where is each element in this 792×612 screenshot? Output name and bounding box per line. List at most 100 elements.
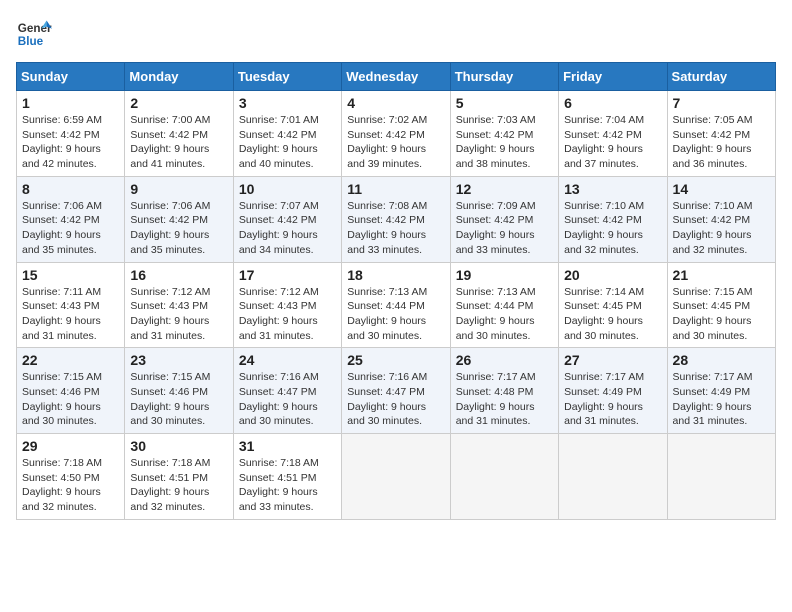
day-info: Sunrise: 7:17 AMSunset: 4:49 PMDaylight:… [673, 371, 753, 427]
calendar-cell: 6 Sunrise: 7:04 AMSunset: 4:42 PMDayligh… [559, 91, 667, 177]
calendar-week-row: 15 Sunrise: 7:11 AMSunset: 4:43 PMDaylig… [17, 262, 776, 348]
day-info: Sunrise: 7:12 AMSunset: 4:43 PMDaylight:… [239, 286, 319, 342]
day-number: 28 [673, 352, 770, 368]
logo-icon: General Blue [16, 16, 52, 52]
calendar-week-row: 22 Sunrise: 7:15 AMSunset: 4:46 PMDaylig… [17, 348, 776, 434]
day-number: 15 [22, 267, 119, 283]
day-info: Sunrise: 7:04 AMSunset: 4:42 PMDaylight:… [564, 114, 644, 170]
day-number: 6 [564, 95, 661, 111]
day-number: 11 [347, 181, 444, 197]
calendar-cell: 4 Sunrise: 7:02 AMSunset: 4:42 PMDayligh… [342, 91, 450, 177]
day-number: 24 [239, 352, 336, 368]
day-info: Sunrise: 7:11 AMSunset: 4:43 PMDaylight:… [22, 286, 101, 342]
day-number: 31 [239, 438, 336, 454]
calendar-cell: 16 Sunrise: 7:12 AMSunset: 4:43 PMDaylig… [125, 262, 233, 348]
day-number: 18 [347, 267, 444, 283]
calendar-week-row: 8 Sunrise: 7:06 AMSunset: 4:42 PMDayligh… [17, 176, 776, 262]
day-number: 22 [22, 352, 119, 368]
calendar-cell: 1 Sunrise: 6:59 AMSunset: 4:42 PMDayligh… [17, 91, 125, 177]
calendar-cell: 18 Sunrise: 7:13 AMSunset: 4:44 PMDaylig… [342, 262, 450, 348]
day-number: 16 [130, 267, 227, 283]
column-header-wednesday: Wednesday [342, 63, 450, 91]
day-info: Sunrise: 7:14 AMSunset: 4:45 PMDaylight:… [564, 286, 644, 342]
day-number: 3 [239, 95, 336, 111]
day-number: 12 [456, 181, 553, 197]
day-number: 2 [130, 95, 227, 111]
column-header-friday: Friday [559, 63, 667, 91]
day-number: 5 [456, 95, 553, 111]
calendar-cell: 2 Sunrise: 7:00 AMSunset: 4:42 PMDayligh… [125, 91, 233, 177]
calendar-table: SundayMondayTuesdayWednesdayThursdayFrid… [16, 62, 776, 520]
day-info: Sunrise: 7:06 AMSunset: 4:42 PMDaylight:… [22, 200, 102, 256]
day-number: 1 [22, 95, 119, 111]
day-number: 21 [673, 267, 770, 283]
calendar-cell: 27 Sunrise: 7:17 AMSunset: 4:49 PMDaylig… [559, 348, 667, 434]
day-number: 23 [130, 352, 227, 368]
day-info: Sunrise: 6:59 AMSunset: 4:42 PMDaylight:… [22, 114, 102, 170]
calendar-cell: 8 Sunrise: 7:06 AMSunset: 4:42 PMDayligh… [17, 176, 125, 262]
day-number: 20 [564, 267, 661, 283]
day-number: 25 [347, 352, 444, 368]
calendar-cell: 15 Sunrise: 7:11 AMSunset: 4:43 PMDaylig… [17, 262, 125, 348]
calendar-header-row: SundayMondayTuesdayWednesdayThursdayFrid… [17, 63, 776, 91]
calendar-cell: 13 Sunrise: 7:10 AMSunset: 4:42 PMDaylig… [559, 176, 667, 262]
column-header-saturday: Saturday [667, 63, 775, 91]
calendar-week-row: 29 Sunrise: 7:18 AMSunset: 4:50 PMDaylig… [17, 434, 776, 520]
day-number: 17 [239, 267, 336, 283]
day-number: 27 [564, 352, 661, 368]
day-info: Sunrise: 7:15 AMSunset: 4:46 PMDaylight:… [130, 371, 210, 427]
day-info: Sunrise: 7:16 AMSunset: 4:47 PMDaylight:… [239, 371, 319, 427]
calendar-cell: 19 Sunrise: 7:13 AMSunset: 4:44 PMDaylig… [450, 262, 558, 348]
day-number: 10 [239, 181, 336, 197]
calendar-cell: 20 Sunrise: 7:14 AMSunset: 4:45 PMDaylig… [559, 262, 667, 348]
column-header-monday: Monday [125, 63, 233, 91]
day-info: Sunrise: 7:06 AMSunset: 4:42 PMDaylight:… [130, 200, 210, 256]
day-info: Sunrise: 7:13 AMSunset: 4:44 PMDaylight:… [456, 286, 536, 342]
calendar-cell: 5 Sunrise: 7:03 AMSunset: 4:42 PMDayligh… [450, 91, 558, 177]
day-number: 30 [130, 438, 227, 454]
day-info: Sunrise: 7:01 AMSunset: 4:42 PMDaylight:… [239, 114, 319, 170]
page-header: General Blue [16, 16, 776, 52]
day-number: 7 [673, 95, 770, 111]
svg-text:Blue: Blue [18, 35, 44, 48]
day-info: Sunrise: 7:10 AMSunset: 4:42 PMDaylight:… [673, 200, 753, 256]
calendar-cell: 24 Sunrise: 7:16 AMSunset: 4:47 PMDaylig… [233, 348, 341, 434]
day-info: Sunrise: 7:07 AMSunset: 4:42 PMDaylight:… [239, 200, 319, 256]
day-info: Sunrise: 7:00 AMSunset: 4:42 PMDaylight:… [130, 114, 210, 170]
day-info: Sunrise: 7:02 AMSunset: 4:42 PMDaylight:… [347, 114, 427, 170]
day-info: Sunrise: 7:09 AMSunset: 4:42 PMDaylight:… [456, 200, 536, 256]
day-number: 8 [22, 181, 119, 197]
calendar-cell [342, 434, 450, 520]
day-number: 4 [347, 95, 444, 111]
calendar-cell: 31 Sunrise: 7:18 AMSunset: 4:51 PMDaylig… [233, 434, 341, 520]
day-info: Sunrise: 7:18 AMSunset: 4:51 PMDaylight:… [239, 457, 319, 513]
calendar-cell: 11 Sunrise: 7:08 AMSunset: 4:42 PMDaylig… [342, 176, 450, 262]
calendar-cell: 23 Sunrise: 7:15 AMSunset: 4:46 PMDaylig… [125, 348, 233, 434]
calendar-cell: 9 Sunrise: 7:06 AMSunset: 4:42 PMDayligh… [125, 176, 233, 262]
day-info: Sunrise: 7:12 AMSunset: 4:43 PMDaylight:… [130, 286, 210, 342]
calendar-cell: 26 Sunrise: 7:17 AMSunset: 4:48 PMDaylig… [450, 348, 558, 434]
day-info: Sunrise: 7:17 AMSunset: 4:49 PMDaylight:… [564, 371, 644, 427]
day-info: Sunrise: 7:18 AMSunset: 4:51 PMDaylight:… [130, 457, 210, 513]
calendar-cell: 28 Sunrise: 7:17 AMSunset: 4:49 PMDaylig… [667, 348, 775, 434]
day-info: Sunrise: 7:10 AMSunset: 4:42 PMDaylight:… [564, 200, 644, 256]
day-info: Sunrise: 7:08 AMSunset: 4:42 PMDaylight:… [347, 200, 427, 256]
day-number: 9 [130, 181, 227, 197]
day-info: Sunrise: 7:15 AMSunset: 4:45 PMDaylight:… [673, 286, 753, 342]
column-header-tuesday: Tuesday [233, 63, 341, 91]
day-number: 19 [456, 267, 553, 283]
day-info: Sunrise: 7:05 AMSunset: 4:42 PMDaylight:… [673, 114, 753, 170]
calendar-cell: 12 Sunrise: 7:09 AMSunset: 4:42 PMDaylig… [450, 176, 558, 262]
calendar-cell: 25 Sunrise: 7:16 AMSunset: 4:47 PMDaylig… [342, 348, 450, 434]
day-number: 13 [564, 181, 661, 197]
calendar-cell [559, 434, 667, 520]
day-info: Sunrise: 7:18 AMSunset: 4:50 PMDaylight:… [22, 457, 102, 513]
calendar-cell [450, 434, 558, 520]
calendar-cell: 22 Sunrise: 7:15 AMSunset: 4:46 PMDaylig… [17, 348, 125, 434]
day-number: 29 [22, 438, 119, 454]
calendar-cell: 3 Sunrise: 7:01 AMSunset: 4:42 PMDayligh… [233, 91, 341, 177]
calendar-cell: 29 Sunrise: 7:18 AMSunset: 4:50 PMDaylig… [17, 434, 125, 520]
day-number: 14 [673, 181, 770, 197]
day-info: Sunrise: 7:17 AMSunset: 4:48 PMDaylight:… [456, 371, 536, 427]
day-info: Sunrise: 7:15 AMSunset: 4:46 PMDaylight:… [22, 371, 102, 427]
